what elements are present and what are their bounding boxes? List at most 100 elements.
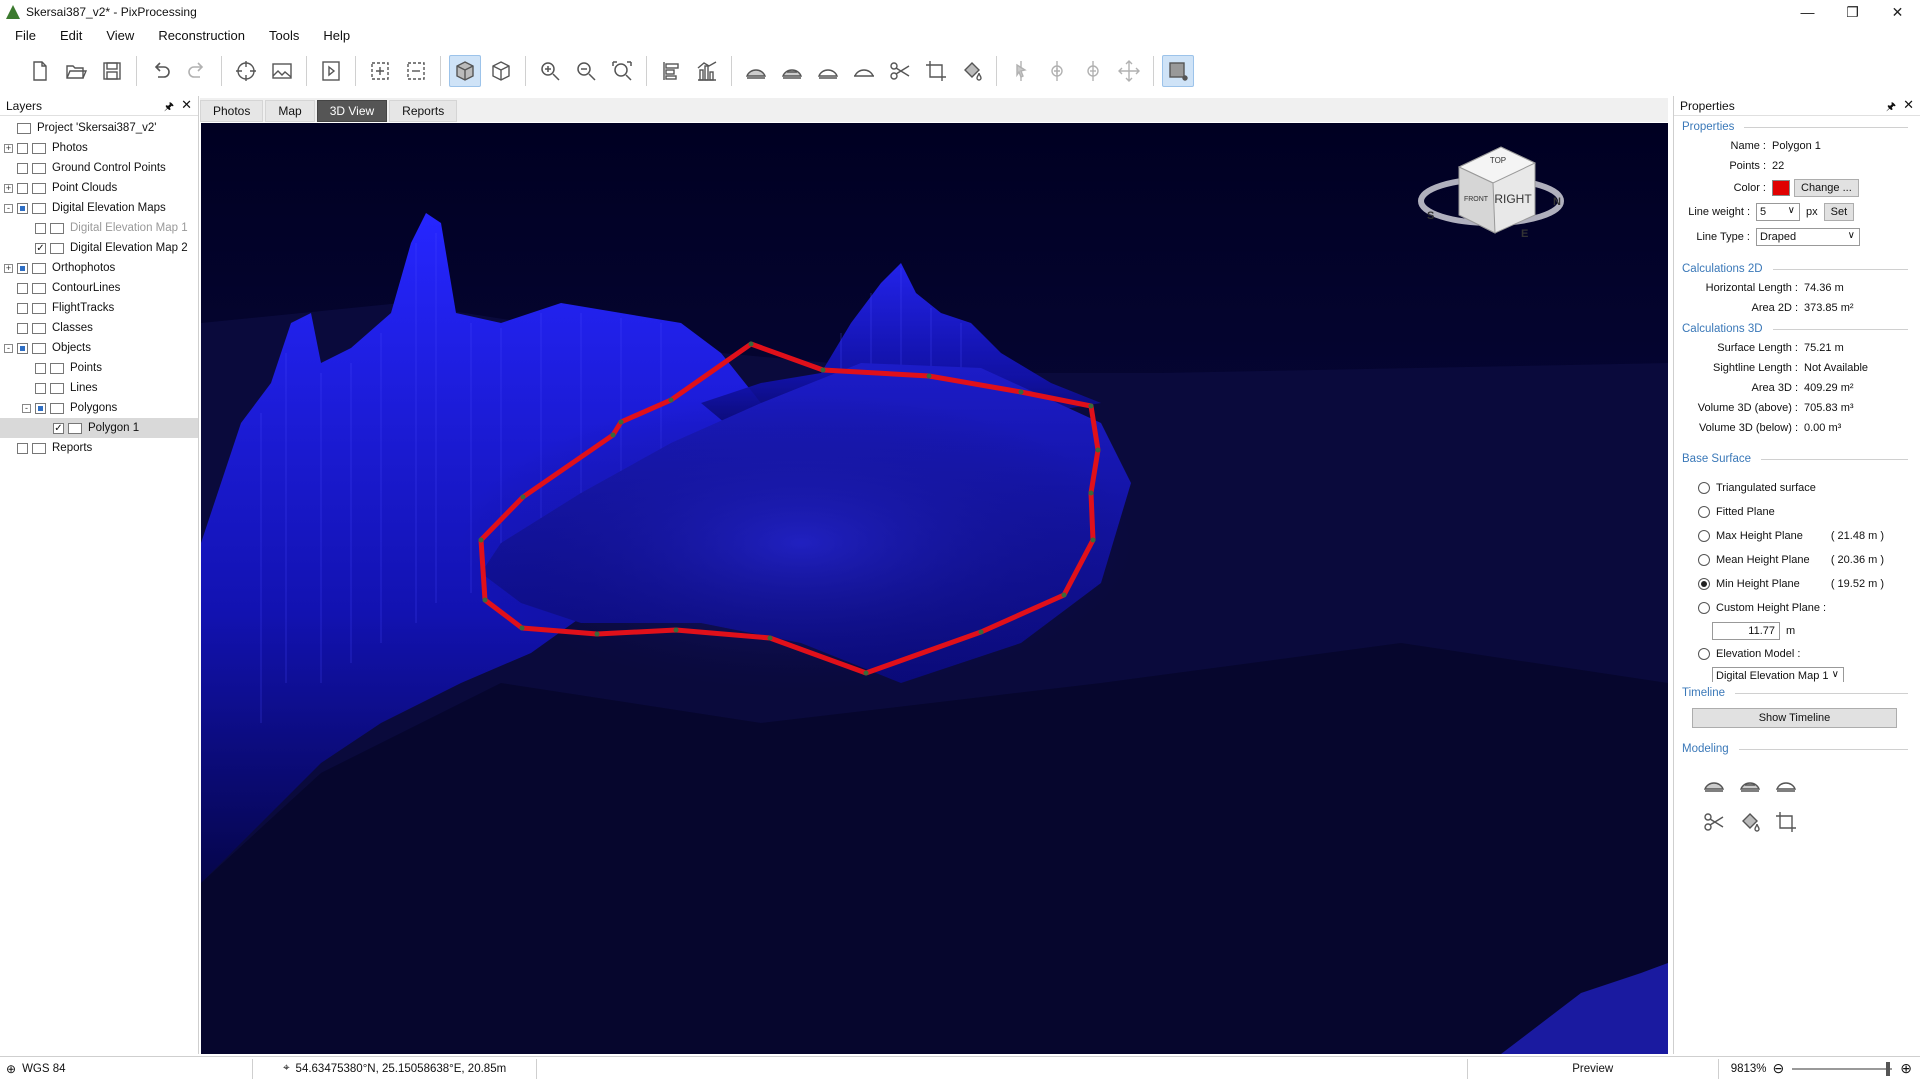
collapse-icon[interactable]: - [4,343,13,353]
zoom-slider-thumb[interactable] [1886,1061,1891,1076]
terrain-4-icon[interactable] [848,55,880,87]
zoom-out-icon[interactable]: ⊖ [1773,1060,1785,1077]
radio-min-height-plane[interactable]: Min Height Plane( 19.52 m ) [1674,572,1920,596]
pointer-icon[interactable] [1005,55,1037,87]
layer-item[interactable]: + Photos [0,138,198,158]
radio-max-height-plane[interactable]: Max Height Plane( 21.48 m ) [1674,524,1920,548]
undo-icon[interactable] [145,55,177,87]
fill-icon[interactable] [956,55,988,87]
terrain-1-icon[interactable] [1698,768,1730,800]
color-swatch[interactable] [1772,180,1790,196]
scissors-icon[interactable] [1698,806,1730,838]
save-icon[interactable] [96,55,128,87]
pin-icon[interactable]: 🖈 [164,98,174,117]
menu-tools[interactable]: Tools [254,28,308,43]
layer-item[interactable]: + Orthophotos [0,258,198,278]
radio-button[interactable] [1698,648,1710,660]
terrain-3-icon[interactable] [812,55,844,87]
crs-label[interactable]: WGS 84 [22,1063,252,1075]
linetype-select[interactable]: Draped ∨ [1756,228,1860,246]
collapse-icon[interactable]: - [4,203,13,213]
layer-checkbox[interactable] [35,402,46,414]
radio-custom-height-plane[interactable]: Custom Height Plane : [1674,596,1920,620]
change-color-button[interactable]: Change ... [1794,179,1859,197]
layer-item[interactable]: FlightTracks [0,298,198,318]
expand-icon[interactable]: + [4,143,13,153]
3d-viewport[interactable]: RIGHT TOP FRONT S E N [201,123,1668,1054]
layer-checkbox[interactable] [17,182,28,194]
layer-item[interactable]: ContourLines [0,278,198,298]
add-point-icon[interactable] [1041,55,1073,87]
radio-elevation-model[interactable]: Elevation Model : [1674,642,1920,666]
layer-checkbox[interactable] [17,442,28,454]
layer-item[interactable]: Classes [0,318,198,338]
close-icon[interactable]: ✕ [1903,97,1914,113]
pin-icon[interactable]: 🖈 [1886,98,1896,117]
radio-triangulated-surface[interactable]: Triangulated surface [1674,476,1920,500]
layer-checkbox[interactable] [17,282,28,294]
radio-mean-height-plane[interactable]: Mean Height Plane( 20.36 m ) [1674,548,1920,572]
chart-icon[interactable] [691,55,723,87]
radio-button[interactable] [1698,482,1710,494]
menu-help[interactable]: Help [308,28,359,43]
radio-button[interactable] [1698,530,1710,542]
layer-checkbox[interactable] [17,162,28,174]
close-icon[interactable]: ✕ [181,97,192,113]
layer-item[interactable]: Lines [0,378,198,398]
layer-checkbox[interactable] [17,322,28,334]
radio-button[interactable] [1698,554,1710,566]
layer-item[interactable]: ✓ Polygon 1 [0,418,198,438]
move-point-icon[interactable] [1113,55,1145,87]
layer-item[interactable]: Ground Control Points [0,158,198,178]
new-file-icon[interactable] [24,55,56,87]
menu-reconstruction[interactable]: Reconstruction [143,28,254,43]
terrain-2-icon[interactable] [1734,768,1766,800]
select-area-icon[interactable] [364,55,396,87]
terrain-3-icon[interactable] [1770,768,1802,800]
maximize-button[interactable]: ❐ [1830,0,1875,24]
layer-checkbox[interactable] [35,382,46,394]
play-icon[interactable] [315,55,347,87]
target-icon[interactable] [230,55,262,87]
scissors-icon[interactable] [884,55,916,87]
redo-icon[interactable] [181,55,213,87]
cube-face-front[interactable]: FRONT [1464,196,1489,203]
layer-item[interactable]: ✓ Digital Elevation Map 2 [0,238,198,258]
show-timeline-button[interactable]: Show Timeline [1692,708,1897,728]
layer-item[interactable]: Reports [0,438,198,458]
layer-item[interactable]: Project 'Skersai387_v2' [0,118,198,138]
cube-face-top[interactable]: TOP [1490,156,1506,165]
minimize-button[interactable]: — [1785,0,1830,24]
align-icon[interactable] [655,55,687,87]
terrain-2-icon[interactable] [776,55,808,87]
cube-face-right[interactable]: RIGHT [1494,192,1532,206]
layer-checkbox[interactable] [35,362,46,374]
crop-icon[interactable] [1770,806,1802,838]
collapse-icon[interactable]: - [22,403,31,413]
zoom-in-icon[interactable]: ⊕ [1900,1060,1912,1077]
expand-icon[interactable]: + [4,183,13,193]
radio-fitted-plane[interactable]: Fitted Plane [1674,500,1920,524]
close-button[interactable]: ✕ [1875,0,1920,24]
terrain-render[interactable]: RIGHT TOP FRONT S E N [201,123,1668,1054]
elevation-model-select[interactable]: Digital Elevation Map 1 ∨ [1712,667,1844,682]
layer-checkbox[interactable] [17,342,28,354]
radio-button[interactable] [1698,506,1710,518]
tab-reports[interactable]: Reports [389,100,458,122]
layer-checkbox[interactable] [17,202,28,214]
tab-map[interactable]: Map [265,100,315,122]
draw-polygon-icon[interactable] [1162,55,1194,87]
layer-checkbox[interactable] [17,302,28,314]
set-lineweight-button[interactable]: Set [1823,203,1855,221]
layer-checkbox[interactable] [17,262,28,274]
menu-file[interactable]: File [0,28,45,43]
fill-icon[interactable] [1734,806,1766,838]
layer-item[interactable]: + Point Clouds [0,178,198,198]
view-3d-solid-icon[interactable] [449,55,481,87]
layer-checkbox[interactable] [35,222,46,234]
remove-point-icon[interactable] [1077,55,1109,87]
radio-button[interactable] [1698,602,1710,614]
layer-checkbox[interactable]: ✓ [53,422,64,434]
layer-item[interactable]: Digital Elevation Map 1 [0,218,198,238]
zoom-slider[interactable] [1792,1061,1893,1076]
